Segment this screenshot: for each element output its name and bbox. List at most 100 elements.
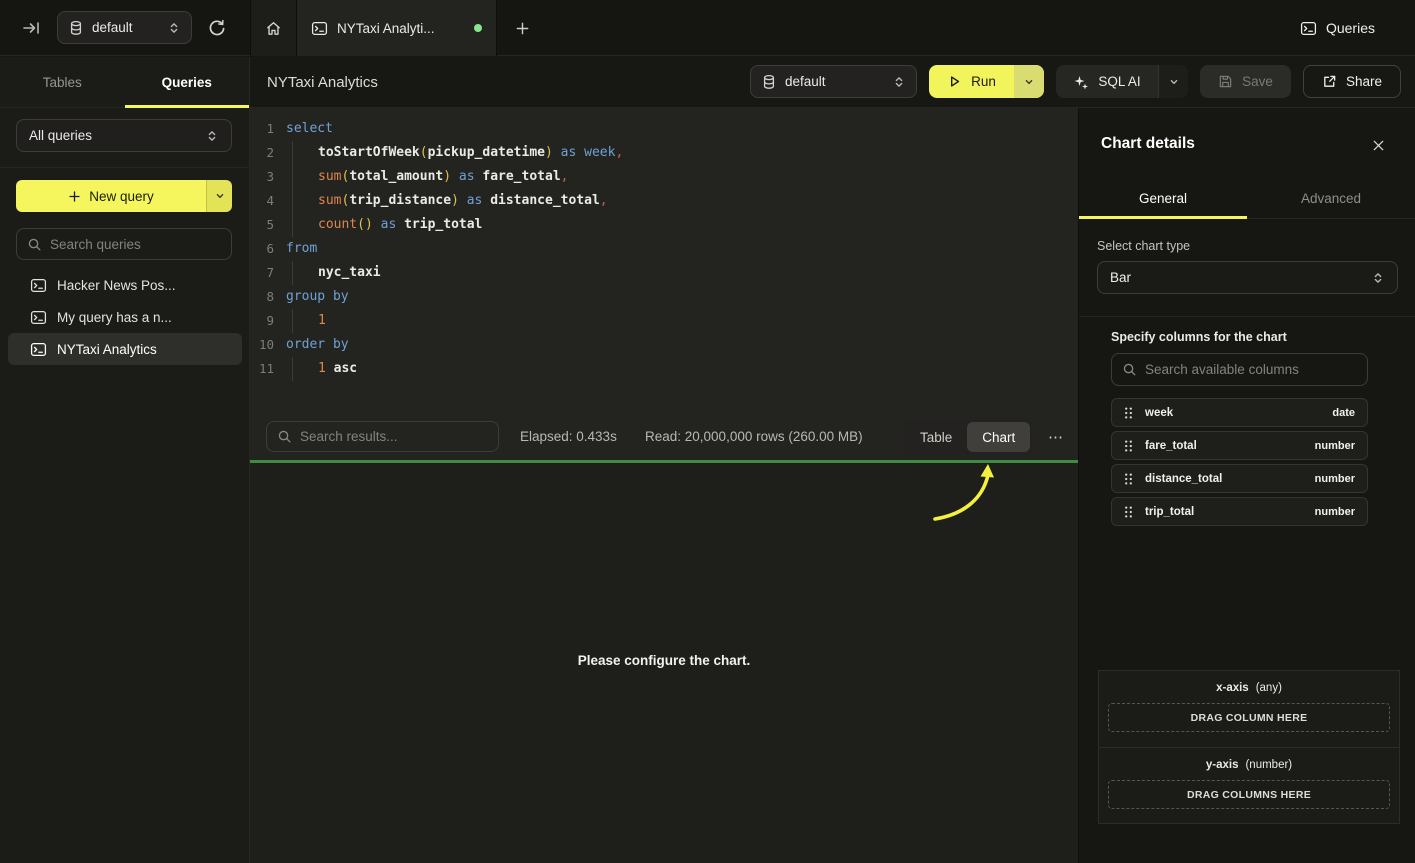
drag-handle-icon[interactable]: [1124, 407, 1133, 419]
query-list: Hacker News Pos...My query has a n...NYT…: [8, 269, 242, 365]
sidebar-tab-queries[interactable]: Queries: [125, 57, 250, 107]
share-button[interactable]: Share: [1303, 65, 1401, 98]
column-row[interactable]: fare_total number: [1111, 431, 1368, 460]
topbar-queries-link[interactable]: Queries: [1300, 0, 1375, 56]
rows-read: Read: 20,000,000 rows (260.00 MB): [645, 429, 863, 444]
close-icon[interactable]: [1369, 136, 1387, 154]
line-number: 9: [250, 309, 286, 333]
terminal-icon: [30, 341, 47, 358]
sidebar: Tables Queries All queries New query: [0, 57, 250, 863]
column-type: date: [1332, 407, 1355, 419]
code-line: 8group by: [250, 285, 1078, 309]
column-type: number: [1315, 506, 1355, 518]
code-line: 111 asc: [250, 357, 1078, 381]
results-toolbar: Elapsed: 0.433s Read: 20,000,000 rows (2…: [250, 415, 1078, 460]
code-line: 1select: [250, 117, 1078, 141]
column-name: fare_total: [1145, 440, 1303, 452]
line-number: 8: [250, 285, 286, 309]
query-title: NYTaxi Analytics: [267, 74, 378, 91]
columns-search-input[interactable]: [1145, 362, 1357, 377]
column-name: distance_total: [1145, 473, 1303, 485]
drag-handle-icon[interactable]: [1124, 473, 1133, 485]
sql-editor[interactable]: 1select2toStartOfWeek(pickup_datetime) a…: [250, 108, 1078, 415]
sidebar-tab-tables[interactable]: Tables: [0, 57, 125, 107]
code-line: 5count() as trip_total: [250, 213, 1078, 237]
query-list-item[interactable]: NYTaxi Analytics: [8, 333, 242, 365]
query-list-item[interactable]: My query has a n...: [8, 301, 242, 333]
column-row[interactable]: trip_total number: [1111, 497, 1368, 526]
results-search-input[interactable]: [300, 429, 488, 444]
annotation-arrow-icon: [928, 463, 1008, 525]
sql-ai-button[interactable]: SQL AI: [1056, 65, 1188, 98]
query-search: [16, 228, 232, 260]
chart-type-select[interactable]: Bar: [1097, 261, 1398, 294]
sql-console-app: default NYTaxi Analyti...: [0, 0, 1415, 863]
plus-icon: [68, 190, 81, 203]
header-database-value: default: [785, 74, 884, 89]
query-list-item[interactable]: Hacker News Pos...: [8, 269, 242, 301]
terminal-icon: [30, 277, 47, 294]
query-search-input[interactable]: [50, 237, 221, 252]
new-query-label: New query: [89, 189, 154, 204]
y-axis-drop-zone[interactable]: DRAG COLUMNS HERE: [1108, 780, 1390, 809]
home-tab[interactable]: [250, 0, 297, 56]
chart-view-tab[interactable]: Chart: [967, 422, 1030, 452]
chart-panel-tabs: General Advanced: [1079, 179, 1415, 219]
code-line: 2toStartOfWeek(pickup_datetime) as week,: [250, 141, 1078, 165]
tab-advanced[interactable]: Advanced: [1247, 179, 1415, 218]
sql-ai-dropdown[interactable]: [1158, 65, 1188, 98]
save-icon: [1218, 74, 1233, 89]
drag-handle-icon[interactable]: [1124, 506, 1133, 518]
line-number: 5: [250, 213, 286, 237]
y-axis-label: y-axis: [1206, 759, 1239, 771]
new-tab-button[interactable]: [497, 0, 547, 56]
save-button[interactable]: Save: [1200, 65, 1291, 98]
line-number: 6: [250, 237, 286, 261]
tab-general[interactable]: General: [1079, 179, 1247, 218]
line-number: 10: [250, 333, 286, 357]
unsaved-changes-dot: [474, 24, 482, 32]
run-button[interactable]: Run: [929, 65, 1044, 98]
drag-handle-icon[interactable]: [1124, 440, 1133, 452]
active-query-tab[interactable]: NYTaxi Analyti...: [297, 0, 497, 56]
refresh-icon[interactable]: [206, 17, 228, 39]
x-axis-label: x-axis: [1216, 682, 1249, 694]
new-query-button[interactable]: New query: [16, 180, 232, 212]
line-number: 2: [250, 141, 286, 165]
line-number: 11: [250, 357, 286, 381]
results-more-menu[interactable]: ⋯: [1043, 425, 1069, 449]
save-label: Save: [1242, 74, 1273, 89]
y-axis-hint: (number): [1245, 759, 1292, 771]
chevron-updown-icon: [1371, 271, 1385, 285]
column-type: number: [1315, 440, 1355, 452]
x-axis-section: x-axis(any) DRAG COLUMN HERE: [1099, 671, 1399, 747]
code-line: 10order by: [250, 333, 1078, 357]
topbar-database-select[interactable]: default: [57, 11, 192, 44]
chart-details-panel: Chart details General Advanced Select ch…: [1078, 108, 1415, 863]
database-icon: [68, 20, 84, 36]
sparkles-icon: [1073, 74, 1089, 90]
line-number: 1: [250, 117, 286, 141]
column-name: trip_total: [1145, 506, 1303, 518]
database-icon: [761, 74, 777, 90]
code-line: 6from: [250, 237, 1078, 261]
run-options-dropdown[interactable]: [1014, 65, 1044, 98]
query-filter-select[interactable]: All queries: [16, 119, 232, 152]
query-header: NYTaxi Analytics default Run: [250, 57, 1415, 108]
x-axis-drop-zone[interactable]: DRAG COLUMN HERE: [1108, 703, 1390, 732]
search-icon: [27, 237, 42, 252]
play-icon: [947, 74, 962, 89]
results-search: [266, 421, 499, 452]
share-icon: [1322, 74, 1337, 89]
column-row[interactable]: distance_totalnumber: [1111, 464, 1368, 493]
terminal-icon: [1300, 20, 1317, 37]
code-line: 3sum(total_amount) as fare_total,: [250, 165, 1078, 189]
code-line: 7nyc_taxi: [250, 261, 1078, 285]
collapse-sidebar-icon[interactable]: [22, 19, 42, 37]
search-icon: [1122, 362, 1137, 377]
table-view-tab[interactable]: Table: [905, 422, 967, 452]
new-query-dropdown[interactable]: [206, 180, 232, 212]
header-database-select[interactable]: default: [750, 65, 917, 98]
editor-lines: 1select2toStartOfWeek(pickup_datetime) a…: [250, 117, 1078, 381]
column-row[interactable]: weekdate: [1111, 398, 1368, 427]
